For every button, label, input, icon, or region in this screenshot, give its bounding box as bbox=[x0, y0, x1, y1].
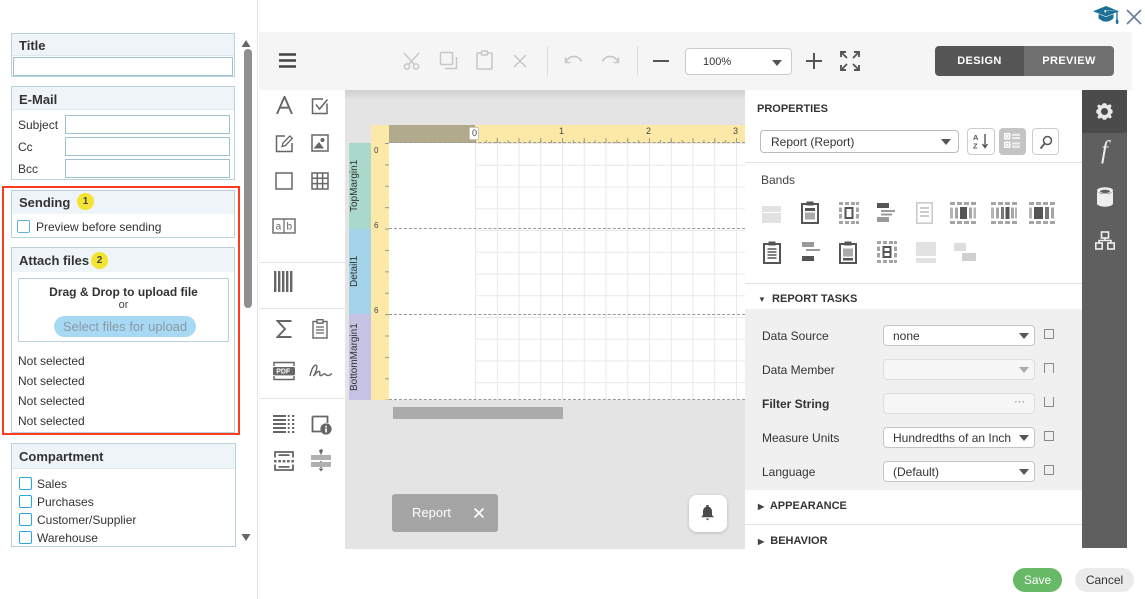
svg-text:a: a bbox=[276, 222, 282, 233]
svg-text:Z: Z bbox=[973, 142, 978, 151]
svg-text:b: b bbox=[287, 222, 293, 233]
svg-text:PDF: PDF bbox=[276, 369, 291, 376]
